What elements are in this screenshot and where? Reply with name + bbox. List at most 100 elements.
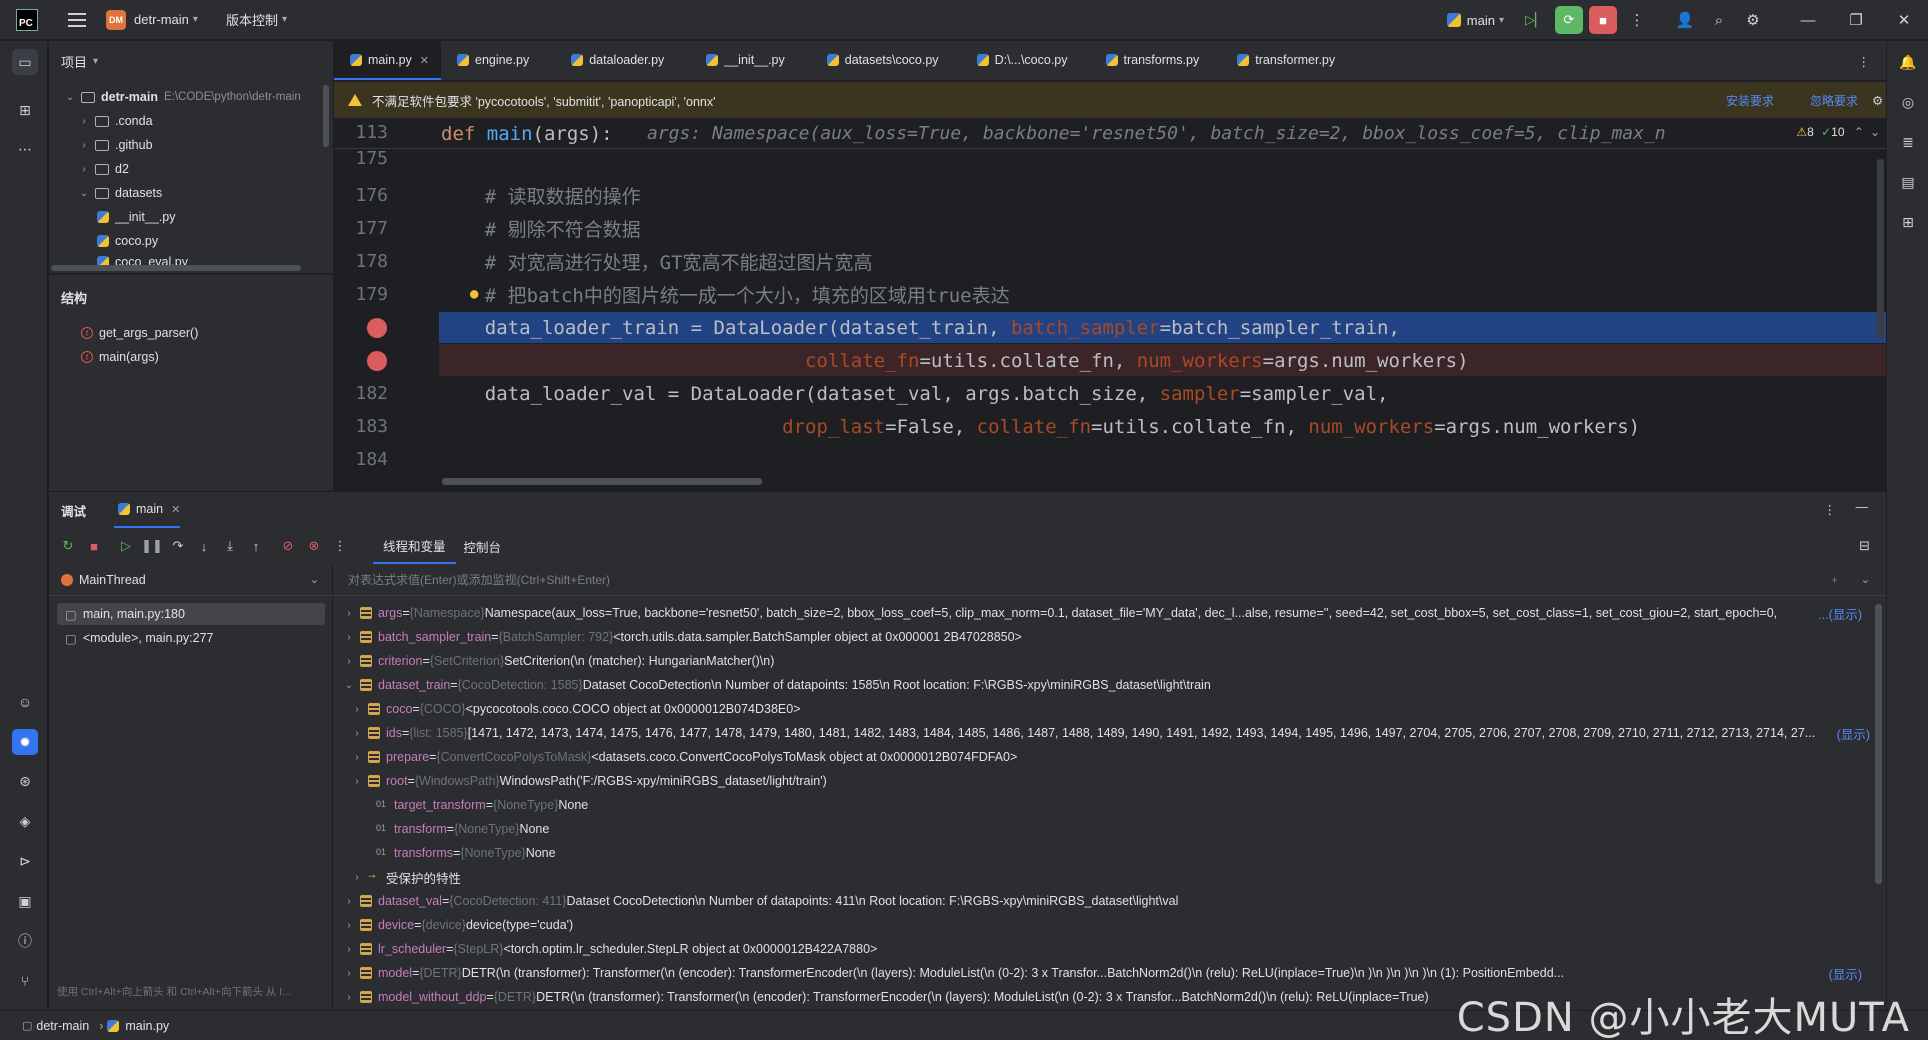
- vcs-menu[interactable]: 版本控制: [226, 10, 278, 29]
- add-user-icon[interactable]: 👤: [1668, 0, 1702, 40]
- ai-assistant-icon[interactable]: ◎: [1895, 89, 1921, 115]
- chevron-right-icon[interactable]: ›: [342, 968, 356, 979]
- tree-item-conda[interactable]: › .conda: [77, 109, 152, 133]
- horizontal-scrollbar[interactable]: [442, 478, 762, 485]
- pause-icon[interactable]: ❚❚: [139, 533, 165, 559]
- project-folder-icon[interactable]: ▭: [12, 49, 38, 75]
- chevron-right-icon[interactable]: ›: [77, 140, 91, 151]
- vertical-scrollbar[interactable]: [323, 85, 329, 147]
- chevron-down-icon[interactable]: ▾: [282, 14, 287, 25]
- thread-selector[interactable]: MainThread ⌄: [49, 564, 333, 596]
- chevron-down-icon[interactable]: ⌄: [77, 188, 91, 199]
- chevron-down-icon[interactable]: ⌄: [1870, 125, 1880, 139]
- variable-row[interactable]: 01 transform = {NoneType} None: [358, 817, 1878, 841]
- chevron-right-icon[interactable]: ›: [342, 656, 356, 667]
- step-over-icon[interactable]: ↷: [165, 533, 191, 559]
- variable-row[interactable]: 01 target_transform = {NoneType} None: [358, 793, 1878, 817]
- chevron-right-icon[interactable]: ›: [342, 992, 356, 1003]
- tree-item-init[interactable]: __init__.py: [93, 205, 175, 229]
- chevron-right-icon[interactable]: ›: [342, 920, 356, 931]
- breadcrumb-project[interactable]: detr-main: [36, 1019, 89, 1033]
- structure-icon[interactable]: ⊞: [12, 97, 38, 123]
- sciview-icon[interactable]: ▤: [1895, 169, 1921, 195]
- breadcrumb-file[interactable]: main.py: [125, 1019, 169, 1033]
- vertical-scrollbar[interactable]: [1877, 159, 1884, 339]
- step-into-icon[interactable]: ↓: [191, 533, 217, 559]
- tab-init-py[interactable]: __init__.py: [690, 40, 796, 80]
- restore-button[interactable]: ❐: [1832, 0, 1880, 40]
- variable-row[interactable]: › ⊸ 受保护的特性: [350, 865, 1870, 889]
- settings-gear-icon[interactable]: ⚙: [1872, 93, 1883, 108]
- bulb-icon[interactable]: ●: [470, 286, 478, 302]
- python-console-icon[interactable]: ⊛: [12, 768, 38, 794]
- rerun-debug-button[interactable]: ⟳: [1555, 6, 1583, 34]
- tab-datasets-coco-py[interactable]: datasets\coco.py: [811, 40, 951, 80]
- variable-row[interactable]: › lr_scheduler = {StepLR} <torch.optim.lr…: [342, 937, 1862, 961]
- breakpoint-icon[interactable]: [367, 318, 387, 338]
- chevron-down-icon[interactable]: ▾: [93, 56, 98, 67]
- inspection-summary[interactable]: ⚠8 ✓10 ⌃ ⌄: [1790, 125, 1880, 139]
- variable-row[interactable]: › ids = {list: 1585} [1471, 1472, 1473, 1…: [350, 721, 1870, 745]
- layers-icon[interactable]: ◈: [12, 808, 38, 834]
- rerun-icon[interactable]: ↻: [55, 533, 81, 559]
- problems-icon[interactable]: ⓘ: [12, 928, 38, 954]
- layout-icon[interactable]: ⊟: [1859, 538, 1870, 554]
- run-config-selector[interactable]: main: [1467, 13, 1495, 28]
- resume-icon[interactable]: ▷▏: [1521, 6, 1549, 34]
- variable-row[interactable]: › model = {DETR} DETR(\n (transformer): T…: [342, 961, 1862, 985]
- close-icon[interactable]: ✕: [420, 54, 429, 67]
- tab-transforms-py[interactable]: transforms.py: [1090, 40, 1212, 80]
- show-full-value-link[interactable]: (显示): [1832, 723, 1870, 743]
- variable-row[interactable]: › dataset_val = {CocoDetection: 411} Data…: [342, 889, 1862, 913]
- minimize-button[interactable]: —: [1784, 0, 1832, 40]
- main-menu-icon[interactable]: [68, 12, 86, 27]
- chevron-right-icon[interactable]: ›: [350, 752, 364, 763]
- show-full-value-link[interactable]: (显示): [1824, 963, 1862, 983]
- variable-row[interactable]: › args = {Namespace} Namespace(aux_loss=T…: [342, 601, 1862, 625]
- variable-row[interactable]: › prepare = {ConvertCocoPolysToMask} <dat…: [350, 745, 1870, 769]
- variable-row[interactable]: › criterion = {SetCriterion} SetCriterion…: [342, 649, 1862, 673]
- mute-breakpoints-icon[interactable]: ⊗: [301, 533, 327, 559]
- add-watch-icon[interactable]: +: [1831, 573, 1838, 587]
- search-icon[interactable]: ⌕: [1702, 0, 1736, 40]
- stop-button[interactable]: ■: [1589, 6, 1617, 34]
- breakpoint-icon[interactable]: [367, 351, 387, 371]
- database-icon[interactable]: ≣: [1895, 129, 1921, 155]
- more-icon[interactable]: ⋮: [1824, 502, 1837, 517]
- tab-dataloader-py[interactable]: dataloader.py: [555, 40, 676, 80]
- project-badge[interactable]: DM: [106, 9, 126, 30]
- variable-row[interactable]: › batch_sampler_train = {BatchSampler: 79…: [342, 625, 1862, 649]
- tabs-more-icon[interactable]: ⋮: [1846, 41, 1883, 81]
- tree-item-d2[interactable]: › d2: [77, 157, 129, 181]
- view-breakpoints-icon[interactable]: ⊘: [275, 533, 301, 559]
- python-packages-icon[interactable]: ☺: [12, 689, 38, 715]
- frame-item[interactable]: ▢ main, main.py:180: [57, 603, 325, 625]
- chevron-right-icon[interactable]: ›: [342, 632, 356, 643]
- chevron-right-icon[interactable]: ›: [77, 164, 91, 175]
- chevron-right-icon[interactable]: ›: [350, 872, 364, 883]
- stop-icon[interactable]: ■: [81, 533, 107, 559]
- show-full-value-link[interactable]: ...(显示): [1814, 603, 1862, 623]
- chevron-right-icon[interactable]: ›: [342, 944, 356, 955]
- install-requirements-link[interactable]: 安装要求: [1726, 92, 1774, 109]
- tab-console[interactable]: 控制台: [464, 537, 502, 556]
- minimize-panel-icon[interactable]: —: [1856, 500, 1869, 514]
- chevron-down-icon[interactable]: ⌄: [1861, 573, 1870, 586]
- ignore-requirements-link[interactable]: 忽略要求: [1810, 92, 1858, 109]
- debug-bug-icon[interactable]: ✹: [12, 729, 38, 755]
- close-button[interactable]: ✕: [1880, 0, 1928, 40]
- tab-main-session[interactable]: main ✕: [114, 492, 181, 528]
- tab-threads-variables[interactable]: 线程和变量: [373, 528, 456, 564]
- terminal-icon[interactable]: ▣: [12, 888, 38, 914]
- chevron-right-icon[interactable]: ›: [77, 116, 91, 127]
- evaluate-expression-input[interactable]: 对表达式求值(Enter)或添加监视(Ctrl+Shift+Enter) + ⌄: [334, 564, 1886, 596]
- chevron-down-icon[interactable]: ▾: [1499, 15, 1504, 26]
- code-editor[interactable]: 113 def main (args): args: Namespace(aux_…: [334, 119, 1886, 490]
- chevron-down-icon[interactable]: ⌄: [342, 680, 356, 691]
- chevron-right-icon[interactable]: ›: [342, 896, 356, 907]
- chevron-down-icon[interactable]: ⌄: [310, 573, 319, 586]
- more-icon[interactable]: ⋮: [1620, 0, 1654, 40]
- settings-gear-icon[interactable]: ⚙: [1736, 0, 1770, 40]
- chevron-right-icon[interactable]: ›: [342, 608, 356, 619]
- data-view-icon[interactable]: ⊞: [1895, 209, 1921, 235]
